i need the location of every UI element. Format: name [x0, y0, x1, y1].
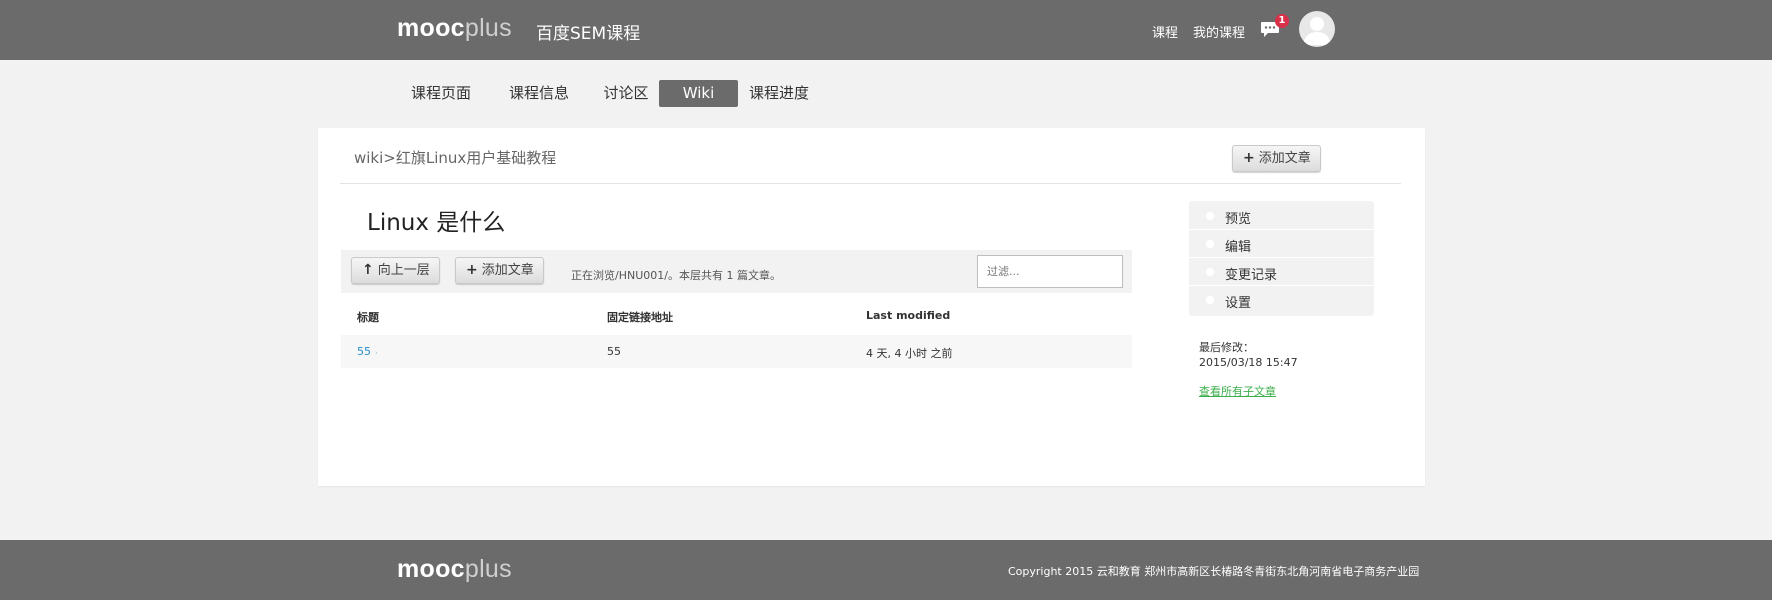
message-count-badge: 1 — [1275, 14, 1289, 28]
arrow-up-icon: ↑ — [362, 262, 374, 278]
add-article-button[interactable]: + 添加文章 — [455, 257, 544, 284]
link-arrow-icon: › — [375, 349, 378, 357]
side-item-preview[interactable]: 预览 — [1189, 202, 1374, 230]
column-header-slug: 固定链接地址 — [607, 311, 673, 324]
article-link-title: 55 — [357, 345, 371, 358]
logo-text-secondary: plus — [464, 555, 512, 583]
breadcrumb[interactable]: wiki>红旗Linux用户基础教程 — [354, 147, 556, 168]
side-item-label: 编辑 — [1225, 240, 1252, 255]
logo-text-secondary: plus — [464, 14, 512, 42]
plus-icon: + — [466, 262, 478, 278]
filter-input[interactable] — [977, 255, 1123, 288]
go-up-button[interactable]: ↑ 向上一层 — [351, 257, 440, 284]
header-logo[interactable]: moocplus — [397, 14, 512, 43]
last-modified-value: 2015/03/18 15:47 — [1199, 356, 1298, 369]
article-link[interactable]: 55 › — [357, 345, 378, 358]
logo-text-primary: mooc — [397, 14, 465, 42]
tab-course-page[interactable]: 课程页面 — [405, 80, 477, 107]
radio-dot-icon — [1205, 239, 1215, 249]
article-last-modified: 4 天, 4 小时 之前 — [866, 347, 953, 360]
nav-link-courses[interactable]: 课程 — [1152, 22, 1178, 41]
add-article-toolbar-label: 添加文章 — [481, 263, 534, 278]
table-row — [341, 335, 1132, 368]
card-divider — [340, 183, 1401, 184]
radio-dot-icon — [1205, 267, 1215, 277]
footer-copyright: Copyright 2015 云和教育 郑州市高新区长椿路冬青街东北角河南省电子… — [1008, 565, 1420, 578]
side-item-history[interactable]: 变更记录 — [1189, 258, 1374, 286]
side-item-label: 预览 — [1225, 212, 1252, 227]
tab-course-info[interactable]: 课程信息 — [503, 80, 575, 107]
tab-discussion[interactable]: 讨论区 — [600, 80, 652, 107]
course-title: 百度SEM课程 — [536, 24, 641, 44]
footer-bar — [0, 540, 1772, 600]
go-up-label: 向上一层 — [377, 263, 430, 278]
user-avatar[interactable] — [1299, 11, 1335, 47]
browse-info-text: 正在浏览/HNU001/。本层共有 1 篇文章。 — [571, 269, 781, 282]
nav-link-my-courses[interactable]: 我的课程 — [1193, 22, 1245, 41]
column-header-title: 标题 — [357, 311, 379, 324]
article-slug: 55 — [607, 345, 621, 358]
add-article-label: 添加文章 — [1258, 151, 1311, 166]
logo-text-primary: mooc — [397, 555, 465, 583]
plus-icon: + — [1243, 150, 1255, 166]
radio-dot-icon — [1205, 295, 1215, 305]
tab-progress[interactable]: 课程进度 — [745, 80, 813, 107]
add-article-button-top[interactable]: + 添加文章 — [1232, 145, 1321, 172]
top-header-bar — [0, 0, 1772, 60]
side-item-label: 设置 — [1225, 296, 1252, 311]
footer-logo: moocplus — [397, 555, 512, 584]
side-item-label: 变更记录 — [1225, 268, 1278, 283]
radio-dot-icon — [1205, 211, 1215, 221]
side-item-edit[interactable]: 编辑 — [1189, 230, 1374, 258]
view-children-link[interactable]: 查看所有子文章 — [1199, 383, 1276, 399]
article-title: Linux 是什么 — [367, 210, 506, 236]
column-header-last-modified: Last modified — [866, 309, 951, 322]
last-modified-label: 最后修改： — [1199, 341, 1254, 354]
user-avatar-icon — [1303, 17, 1331, 45]
tab-wiki[interactable]: Wiki — [659, 80, 738, 107]
side-item-settings[interactable]: 设置 — [1189, 286, 1374, 314]
